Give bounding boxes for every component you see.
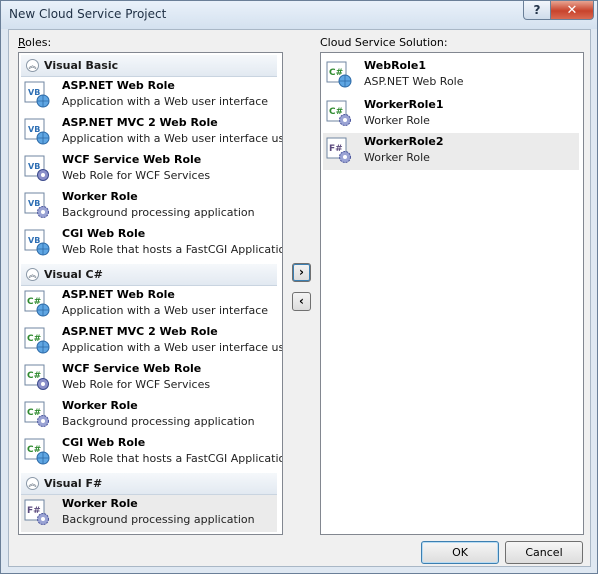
- role-item[interactable]: VB ASP.NET Web Role Application with a W…: [21, 77, 277, 114]
- role-item[interactable]: VB Worker Role Background processing app…: [21, 188, 277, 225]
- role-item[interactable]: VB ASP.NET MVC 2 Web Role Application wi…: [21, 114, 282, 151]
- title-bar: New Cloud Service Project ? ✕: [1, 1, 597, 29]
- role-item[interactable]: VB CGI Web Role Web Role that hosts a Fa…: [21, 225, 282, 262]
- collapse-chevron-icon[interactable]: ︽: [26, 477, 39, 490]
- svg-text:VB: VB: [28, 162, 40, 171]
- collapse-chevron-icon[interactable]: ︽: [26, 268, 39, 281]
- dialog-client-area: Roles: Cloud Service Solution: ︽ Visual …: [8, 29, 591, 567]
- close-button[interactable]: ✕: [550, 1, 594, 20]
- role-item[interactable]: C# Worker Role Background processing app…: [21, 397, 277, 434]
- role-item[interactable]: C# WCF Service Web Role Web Role for WCF…: [21, 360, 277, 397]
- svg-text:VB: VB: [28, 125, 40, 134]
- solution-item-selected[interactable]: F# WorkerRole2 Worker Role: [323, 133, 579, 170]
- fs-worker-role-icon: F#: [24, 499, 49, 525]
- svg-text:VB: VB: [28, 236, 40, 245]
- remove-role-button[interactable]: ‹: [292, 292, 311, 311]
- roles-list[interactable]: ︽ Visual Basic VB ASP.NET Web Role Appli…: [18, 52, 283, 535]
- ok-button[interactable]: OK: [421, 541, 499, 564]
- vb-web-role-icon: VB: [24, 81, 50, 108]
- fs-worker-role-icon: F#: [326, 137, 351, 163]
- cs-wcf-role-icon: C#: [24, 364, 49, 390]
- svg-text:VB: VB: [28, 199, 40, 208]
- vb-web-role-icon: VB: [24, 118, 50, 145]
- collapse-chevron-icon[interactable]: ︽: [26, 59, 39, 72]
- cs-worker-role-icon: C#: [24, 401, 49, 427]
- vb-worker-role-icon: VB: [24, 192, 49, 218]
- cs-web-role-icon: C#: [326, 61, 352, 88]
- dialog-window: New Cloud Service Project ? ✕ Roles: Clo…: [0, 0, 598, 574]
- solution-label: Cloud Service Solution:: [320, 36, 448, 49]
- solution-item[interactable]: C# WorkerRole1 Worker Role: [323, 96, 579, 133]
- svg-text:F#: F#: [27, 506, 41, 516]
- solution-list[interactable]: C# WebRole1 ASP.NET Web Role C# WorkerRo…: [320, 52, 584, 535]
- role-item[interactable]: C# ASP.NET MVC 2 Web Role Application wi…: [21, 323, 282, 360]
- cancel-button[interactable]: Cancel: [505, 541, 583, 564]
- cs-web-role-icon: C#: [24, 290, 50, 317]
- solution-item[interactable]: C# WebRole1 ASP.NET Web Role: [323, 57, 579, 94]
- group-visual-csharp[interactable]: ︽ Visual C#: [21, 264, 277, 286]
- add-role-button[interactable]: ›: [292, 263, 311, 282]
- role-item[interactable]: VB WCF Service Web Role Web Role for WCF…: [21, 151, 277, 188]
- roles-label: Roles:: [18, 36, 52, 49]
- svg-text:F#: F#: [329, 144, 343, 154]
- role-item[interactable]: C# ASP.NET Web Role Application with a W…: [21, 286, 277, 323]
- vb-cgi-role-icon: VB: [24, 229, 50, 256]
- svg-text:VB: VB: [28, 88, 40, 97]
- window-title: New Cloud Service Project: [9, 7, 167, 21]
- group-visual-basic[interactable]: ︽ Visual Basic: [21, 55, 277, 77]
- cs-worker-role-icon: C#: [326, 100, 351, 126]
- vb-wcf-role-icon: VB: [24, 155, 49, 181]
- cs-cgi-role-icon: C#: [24, 438, 50, 465]
- help-button[interactable]: ?: [523, 1, 551, 20]
- cs-web-role-icon: C#: [24, 327, 50, 354]
- role-item-selected[interactable]: F# Worker Role Background processing app…: [21, 495, 277, 532]
- role-item[interactable]: C# CGI Web Role Web Role that hosts a Fa…: [21, 434, 282, 471]
- group-visual-fsharp[interactable]: ︽ Visual F#: [21, 473, 277, 495]
